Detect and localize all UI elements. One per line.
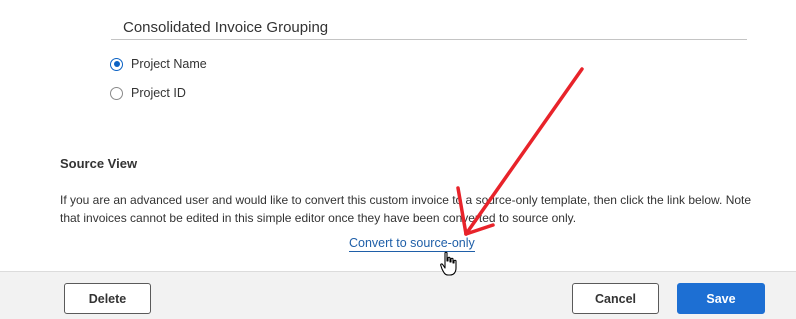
radio-label-project-id: Project ID: [131, 86, 186, 100]
section-divider: [111, 39, 747, 40]
radio-option-project-id[interactable]: Project ID: [110, 84, 186, 102]
convert-to-source-link[interactable]: Convert to source-only: [349, 236, 475, 252]
save-button[interactable]: Save: [677, 283, 765, 314]
radio-unselected-icon[interactable]: [110, 86, 123, 100]
delete-button[interactable]: Delete: [64, 283, 151, 314]
grouping-title: Consolidated Invoice Grouping: [123, 19, 329, 36]
source-view-description: If you are an advanced user and would li…: [60, 193, 752, 225]
radio-label-project-name: Project Name: [131, 57, 207, 71]
cancel-button[interactable]: Cancel: [572, 283, 659, 314]
radio-option-project-name[interactable]: Project Name: [110, 55, 207, 73]
source-view-heading: Source View: [60, 156, 138, 171]
radio-selected-icon[interactable]: [110, 57, 123, 71]
